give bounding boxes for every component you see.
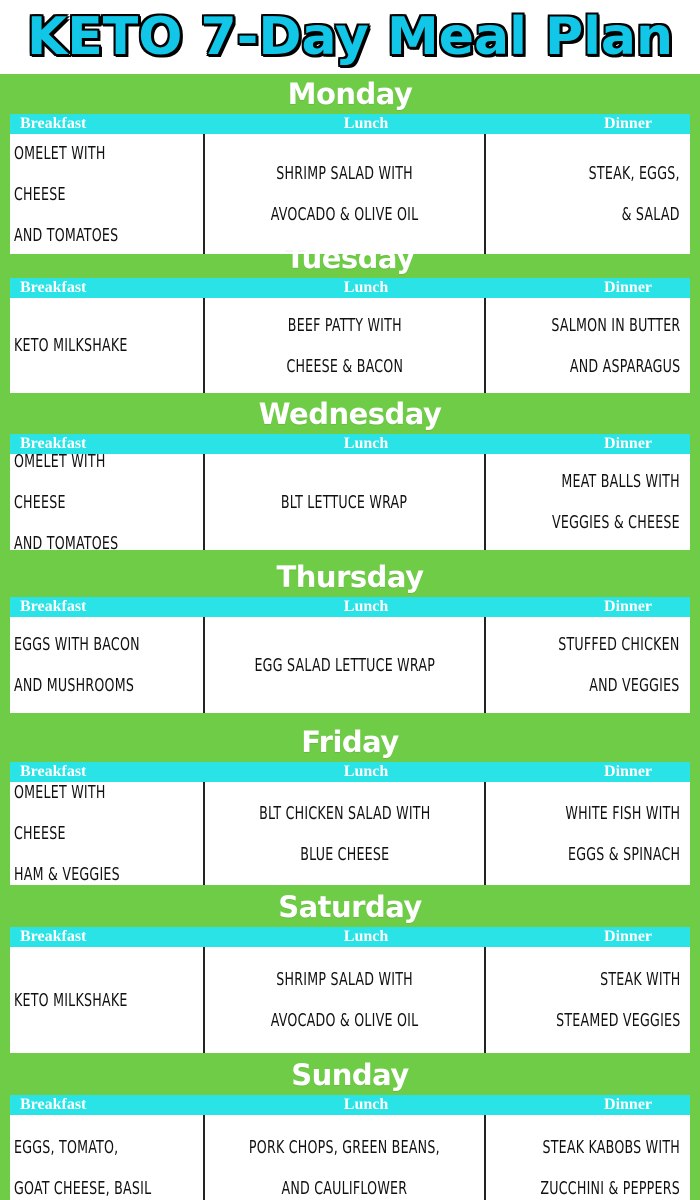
breakfast-header: Breakfast: [20, 928, 87, 945]
dinner-cell: MEAT BALLS WITH VEGGIES & CHEESE: [486, 454, 690, 550]
day-block-sunday: Sunday Breakfast Lunch Dinner EGGS, TOMATO, …: [10, 1055, 690, 1200]
day-name: Wednesday: [258, 397, 442, 431]
breakfast-text: EGGS WITH BACON AND MUSHROOMS: [14, 634, 140, 696]
lunch-cell: BLT CHICKEN SALAD WITH BLUE CHEESE: [205, 782, 486, 885]
day-name: Monday: [287, 77, 413, 111]
meal-header-row: Breakfast Lunch Dinner: [10, 278, 690, 298]
lunch-cell: SHRIMP SALAD WITH AVOCADO & OLIVE OIL: [205, 947, 486, 1053]
meal-row: OMELET WITH CHEESE HAM & VEGGIES BLT CHIC…: [10, 782, 690, 885]
lunch-text: PORK CHOPS, GREEN BEANS, AND CAULIFLOWER: [249, 1137, 440, 1199]
lunch-header: Lunch: [343, 928, 389, 945]
dinner-text: WHITE FISH WITH EGGS & SPINACH: [565, 802, 680, 865]
meal-row: KETO MILKSHAKE BEEF PATTY WITH CHEESE & B…: [10, 298, 690, 393]
dinner-header: Dinner: [604, 279, 653, 296]
breakfast-text: KETO MILKSHAKE: [14, 989, 128, 1011]
dinner-header: Dinner: [604, 1096, 653, 1113]
day-name: Friday: [301, 725, 399, 759]
day-block-saturday: Saturday Breakfast Lunch Dinner KETO MILKSHA…: [10, 887, 690, 1053]
dinner-cell: STEAK KABOBS WITH ZUCCHINI & PEPPERS: [486, 1115, 690, 1200]
day-block-wednesday: Wednesday Breakfast Lunch Dinner OMELET WITH…: [10, 394, 690, 554]
day-name: Tuesday: [285, 241, 415, 275]
meal-header-row: Breakfast Lunch Dinner: [10, 597, 690, 617]
meal-header-row: Breakfast Lunch Dinner: [10, 114, 690, 134]
day-block-friday: Friday Breakfast Lunch Dinner OMELET WITH CH…: [10, 722, 690, 885]
dinner-header: Dinner: [604, 435, 653, 452]
dinner-cell: STEAK, EGGS, & SALAD: [486, 134, 690, 254]
lunch-header: Lunch: [343, 435, 389, 452]
breakfast-cell: OMELET WITH CHEESE AND TOMATOES: [10, 134, 205, 254]
dinner-text: MEAT BALLS WITH VEGGIES & CHEESE: [552, 471, 680, 533]
dinner-cell: SALMON IN BUTTER AND ASPARAGUS: [486, 298, 690, 393]
breakfast-text: KETO MILKSHAKE: [14, 335, 128, 356]
lunch-text: EGG SALAD LETTUCE WRAP: [254, 654, 435, 676]
lunch-text: BEEF PATTY WITH CHEESE & BACON: [286, 314, 403, 377]
meal-row: OMELET WITH CHEESE AND TOMATOES BLT LETTU…: [10, 451, 690, 554]
day-name: Sunday: [291, 1058, 409, 1092]
dinner-text: STEAK WITH STEAMED VEGGIES: [555, 969, 680, 1031]
dinner-header: Dinner: [604, 928, 653, 945]
lunch-header: Lunch: [343, 598, 389, 615]
day-name: Saturday: [278, 890, 422, 924]
lunch-cell: BEEF PATTY WITH CHEESE & BACON: [205, 298, 486, 393]
day-name: Thursday: [276, 560, 424, 594]
meal-header-row: Breakfast Lunch Dinner: [10, 1095, 690, 1115]
dinner-text: STEAK KABOBS WITH ZUCCHINI & PEPPERS: [540, 1137, 680, 1199]
meal-row: KETO MILKSHAKE SHRIMP SALAD WITH AVOCADO …: [10, 947, 690, 1053]
lunch-cell: PORK CHOPS, GREEN BEANS, AND CAULIFLOWER: [205, 1115, 486, 1200]
breakfast-cell: OMELET WITH CHEESE AND TOMATOES: [10, 451, 205, 554]
lunch-text: BLT LETTUCE WRAP: [281, 491, 408, 513]
meal-row: EGGS, TOMATO, GOAT CHEESE, BASIL PORK CHO…: [10, 1115, 690, 1200]
meal-header-row: Breakfast Lunch Dinner: [10, 927, 690, 947]
meal-plan-board: Monday Breakfast Lunch Dinner OMELET WITH CH…: [0, 74, 700, 1200]
breakfast-cell: EGGS WITH BACON AND MUSHROOMS: [10, 617, 205, 713]
lunch-header: Lunch: [343, 279, 389, 296]
lunch-text: BLT CHICKEN SALAD WITH BLUE CHEESE: [258, 802, 431, 865]
lunch-cell: SHRIMP SALAD WITH AVOCADO & OLIVE OIL: [205, 134, 486, 254]
lunch-text: SHRIMP SALAD WITH AVOCADO & OLIVE OIL: [270, 163, 419, 225]
lunch-text: SHRIMP SALAD WITH AVOCADO & OLIVE OIL: [270, 969, 419, 1031]
dinner-cell: STEAK WITH STEAMED VEGGIES: [486, 947, 690, 1053]
dinner-header: Dinner: [604, 115, 653, 132]
breakfast-text: OMELET WITH CHEESE AND TOMATOES: [14, 450, 119, 554]
dinner-cell: WHITE FISH WITH EGGS & SPINACH: [486, 782, 690, 885]
breakfast-text: OMELET WITH CHEESE HAM & VEGGIES: [14, 782, 120, 885]
lunch-cell: BLT LETTUCE WRAP: [205, 454, 486, 550]
breakfast-header: Breakfast: [20, 279, 87, 296]
dinner-header: Dinner: [604, 763, 653, 780]
breakfast-cell: KETO MILKSHAKE: [10, 298, 205, 393]
breakfast-cell: OMELET WITH CHEESE HAM & VEGGIES: [10, 782, 205, 885]
dinner-text: STEAK, EGGS, & SALAD: [588, 163, 680, 225]
page-title: KETO 7-Day Meal Plan: [26, 7, 674, 67]
breakfast-text: EGGS, TOMATO, GOAT CHEESE, BASIL: [14, 1137, 152, 1199]
lunch-header: Lunch: [343, 763, 389, 780]
lunch-header: Lunch: [343, 1096, 389, 1113]
lunch-cell: EGG SALAD LETTUCE WRAP: [205, 617, 486, 713]
dinner-text: STUFFED CHICKEN AND VEGGIES: [558, 634, 680, 696]
breakfast-cell: KETO MILKSHAKE: [10, 947, 205, 1053]
dinner-text: SALMON IN BUTTER AND ASPARAGUS: [550, 314, 680, 377]
meal-row: OMELET WITH CHEESE AND TOMATOES SHRIMP SA…: [10, 134, 690, 254]
day-block-tuesday: Tuesday Breakfast Lunch Dinner KETO MILKSHAK…: [10, 238, 690, 393]
lunch-header: Lunch: [343, 115, 389, 132]
breakfast-header: Breakfast: [20, 115, 87, 132]
title-bar: KETO 7-Day Meal Plan: [0, 0, 700, 74]
breakfast-header: Breakfast: [20, 598, 87, 615]
breakfast-header: Breakfast: [20, 1096, 87, 1113]
breakfast-cell: EGGS, TOMATO, GOAT CHEESE, BASIL: [10, 1115, 205, 1200]
dinner-cell: STUFFED CHICKEN AND VEGGIES: [486, 617, 690, 713]
day-block-monday: Monday Breakfast Lunch Dinner OMELET WITH CH…: [10, 74, 690, 254]
meal-row: EGGS WITH BACON AND MUSHROOMS EGG SALAD L…: [10, 617, 690, 713]
dinner-header: Dinner: [604, 598, 653, 615]
day-block-thursday: Thursday Breakfast Lunch Dinner EGGS WITH BA…: [10, 557, 690, 713]
